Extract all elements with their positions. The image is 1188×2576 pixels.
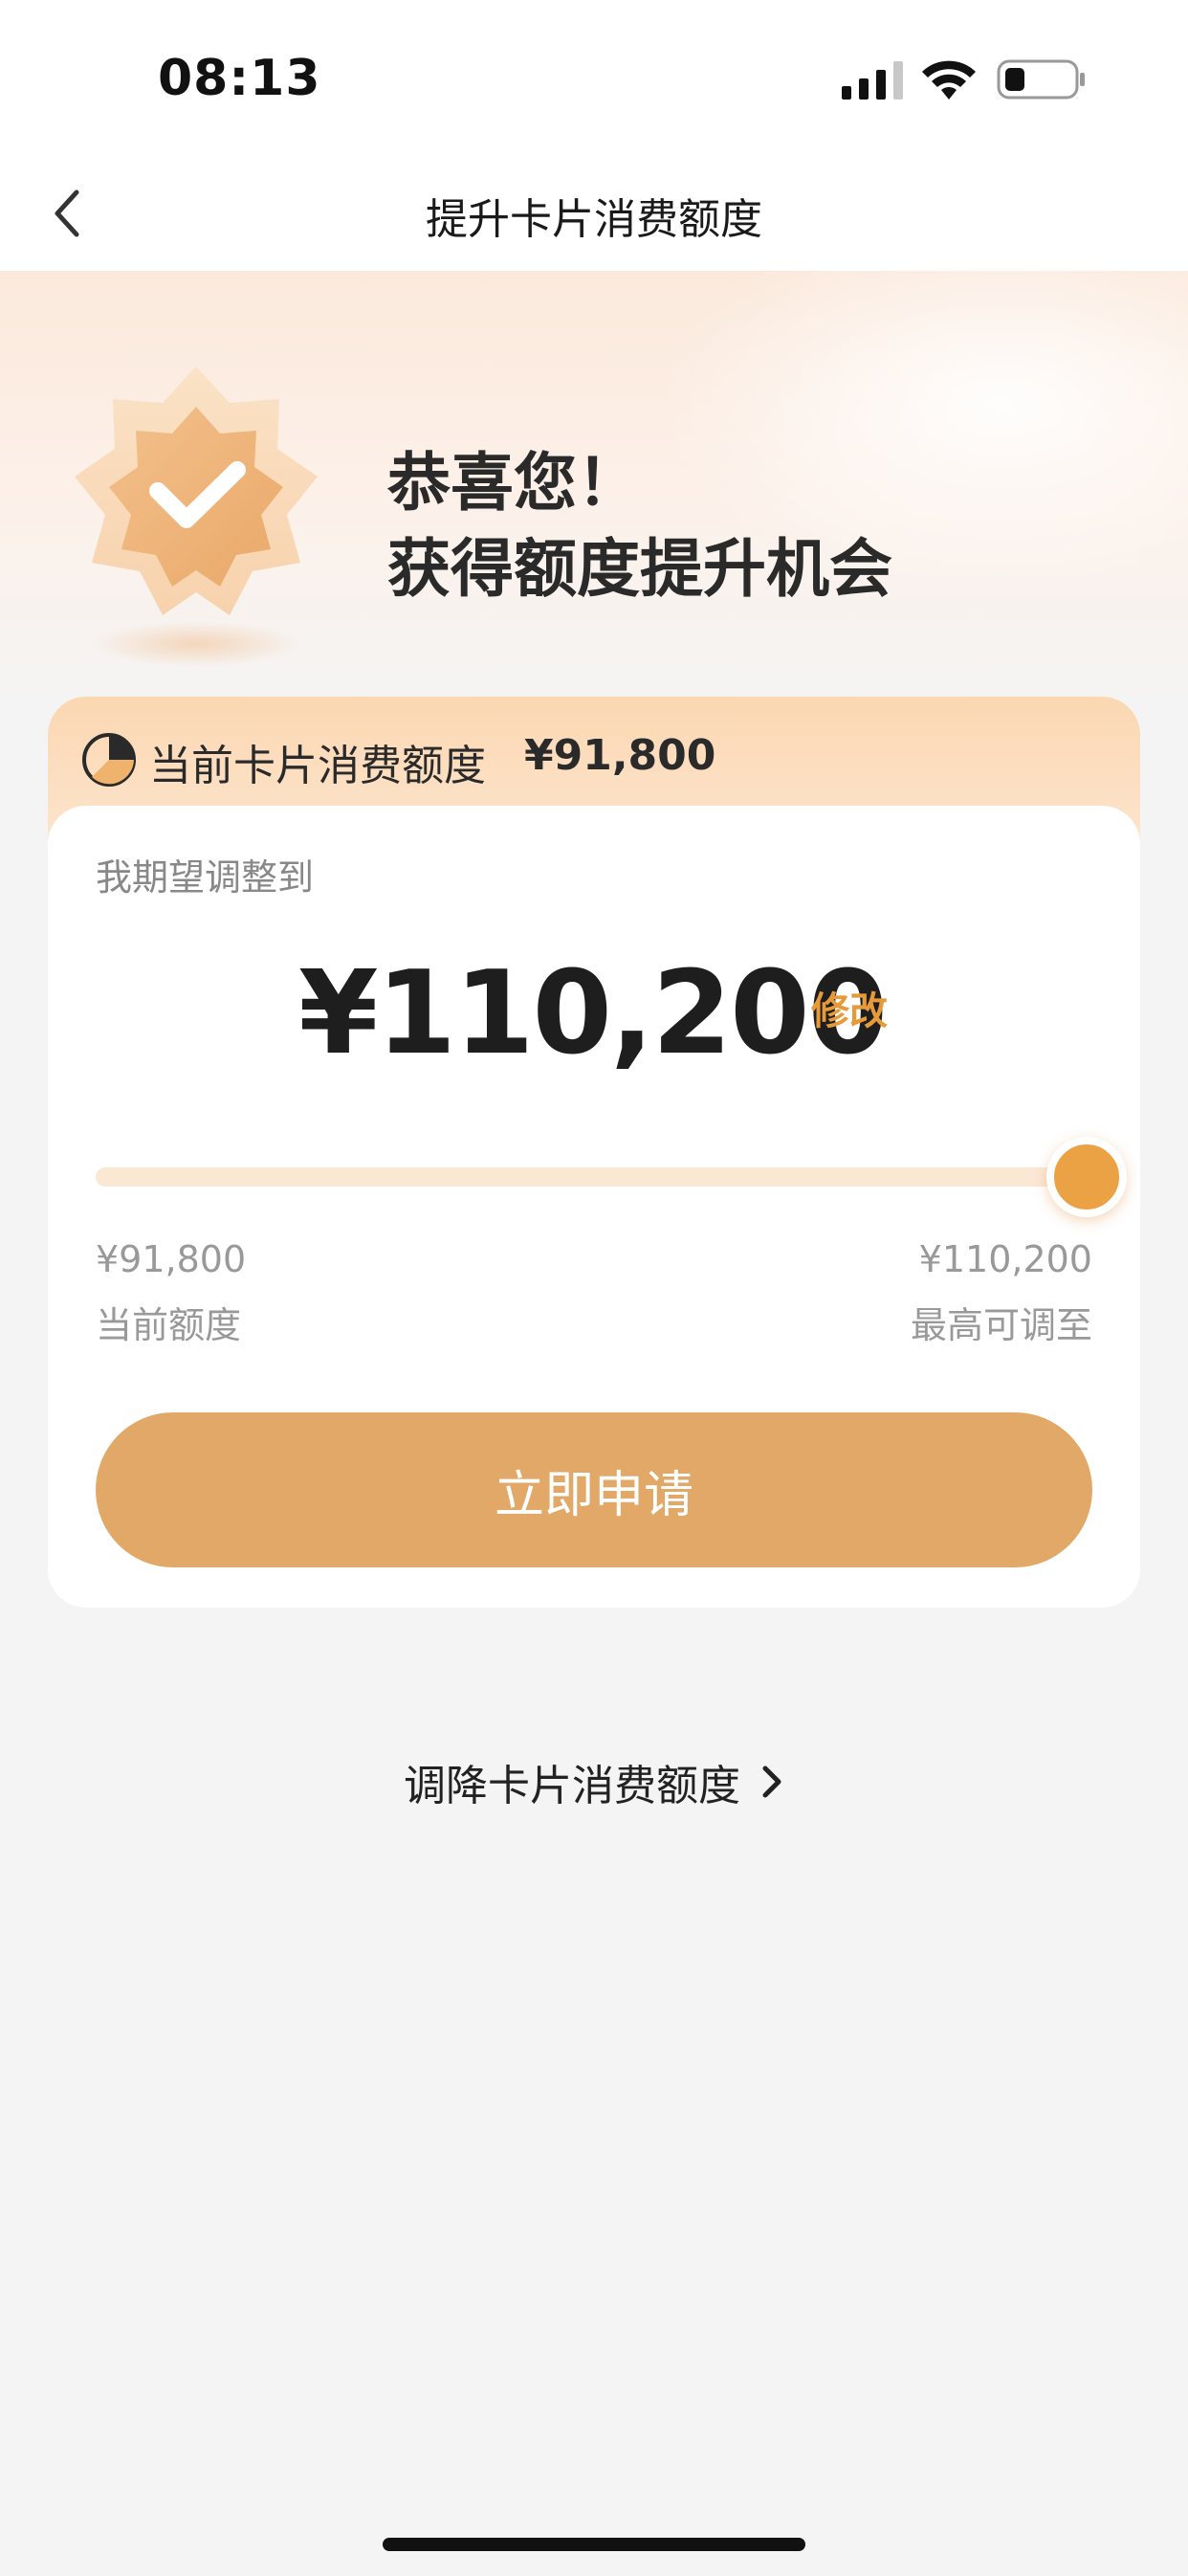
apply-button[interactable]: 立即申请 xyxy=(96,1412,1092,1567)
cellular-signal-icon xyxy=(842,61,903,100)
adjust-card: 我期望调整到 ¥110,200 修改 ¥91,800 当前额度 ¥110,200… xyxy=(48,806,1140,1608)
current-limit-label: 当前卡片消费额度 xyxy=(149,742,486,790)
reduce-limit-label: 调降卡片消费额度 xyxy=(404,1762,740,1810)
target-amount: ¥110,200 xyxy=(298,947,888,1080)
hero-banner: 恭喜您！ 获得额度提升机会 xyxy=(0,271,1188,711)
check-badge-icon xyxy=(75,366,318,667)
expect-label: 我期望调整到 xyxy=(96,856,315,899)
slider-min-value: ¥91,800 xyxy=(96,1238,247,1280)
slider-thumb[interactable] xyxy=(1046,1137,1127,1217)
slider-max-value: ¥110,200 xyxy=(918,1238,1092,1280)
wifi-icon xyxy=(922,60,976,100)
slider-track[interactable] xyxy=(96,1167,1090,1187)
status-bar: 08:13 xyxy=(0,0,1188,158)
pie-chart-icon xyxy=(82,733,136,787)
chevron-right-icon xyxy=(762,1765,781,1798)
modify-link[interactable]: 修改 xyxy=(811,980,888,1035)
home-indicator xyxy=(383,2538,805,2551)
status-time: 08:13 xyxy=(158,50,321,107)
nav-bar: 提升卡片消费额度 xyxy=(0,158,1188,271)
hero-subtitle: 获得额度提升机会 xyxy=(387,532,892,606)
battery-low-icon xyxy=(997,59,1085,100)
reduce-limit-link[interactable]: 调降卡片消费额度 xyxy=(0,1751,1188,1812)
slider-max-label: 最高可调至 xyxy=(910,1304,1092,1346)
slider-min-label: 当前额度 xyxy=(96,1304,242,1346)
page-title: 提升卡片消费额度 xyxy=(426,195,762,244)
current-limit-value: ¥91,800 xyxy=(524,731,716,780)
hero-title: 恭喜您！ xyxy=(387,446,640,520)
